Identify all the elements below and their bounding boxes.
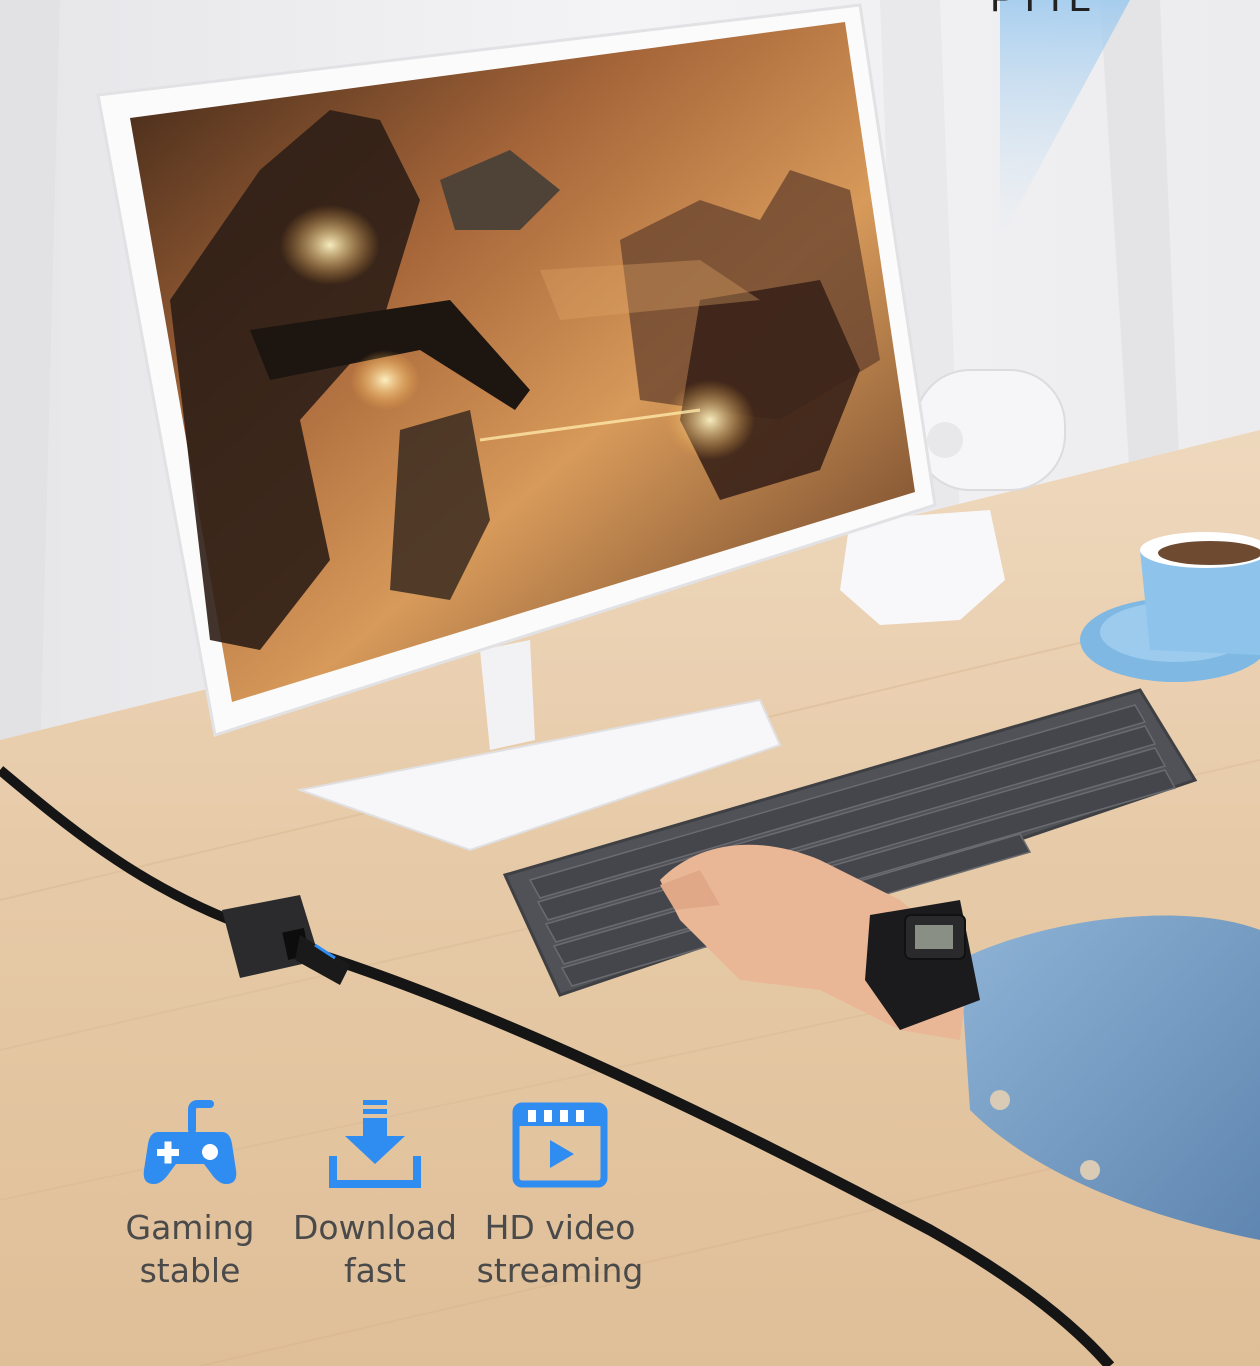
- feature-list: Gaming stable Download fast HD video str…: [100, 1100, 680, 1300]
- download-icon: [329, 1100, 421, 1188]
- feature-video-label: HD video streaming: [476, 1208, 644, 1290]
- feature-gaming-label: Gaming stable: [125, 1208, 255, 1290]
- video-play-icon: [512, 1102, 608, 1188]
- gamepad-icon: [143, 1100, 237, 1184]
- feature-download: Download fast: [285, 1100, 465, 1292]
- product-banner: PTTL Gaming stable Download fast: [0, 0, 1260, 1366]
- feature-video: HD video streaming: [470, 1100, 650, 1292]
- feature-download-label: Download fast: [292, 1208, 458, 1290]
- corner-heading-fragment: PTTL: [990, 0, 1092, 21]
- feature-gaming: Gaming stable: [100, 1100, 280, 1292]
